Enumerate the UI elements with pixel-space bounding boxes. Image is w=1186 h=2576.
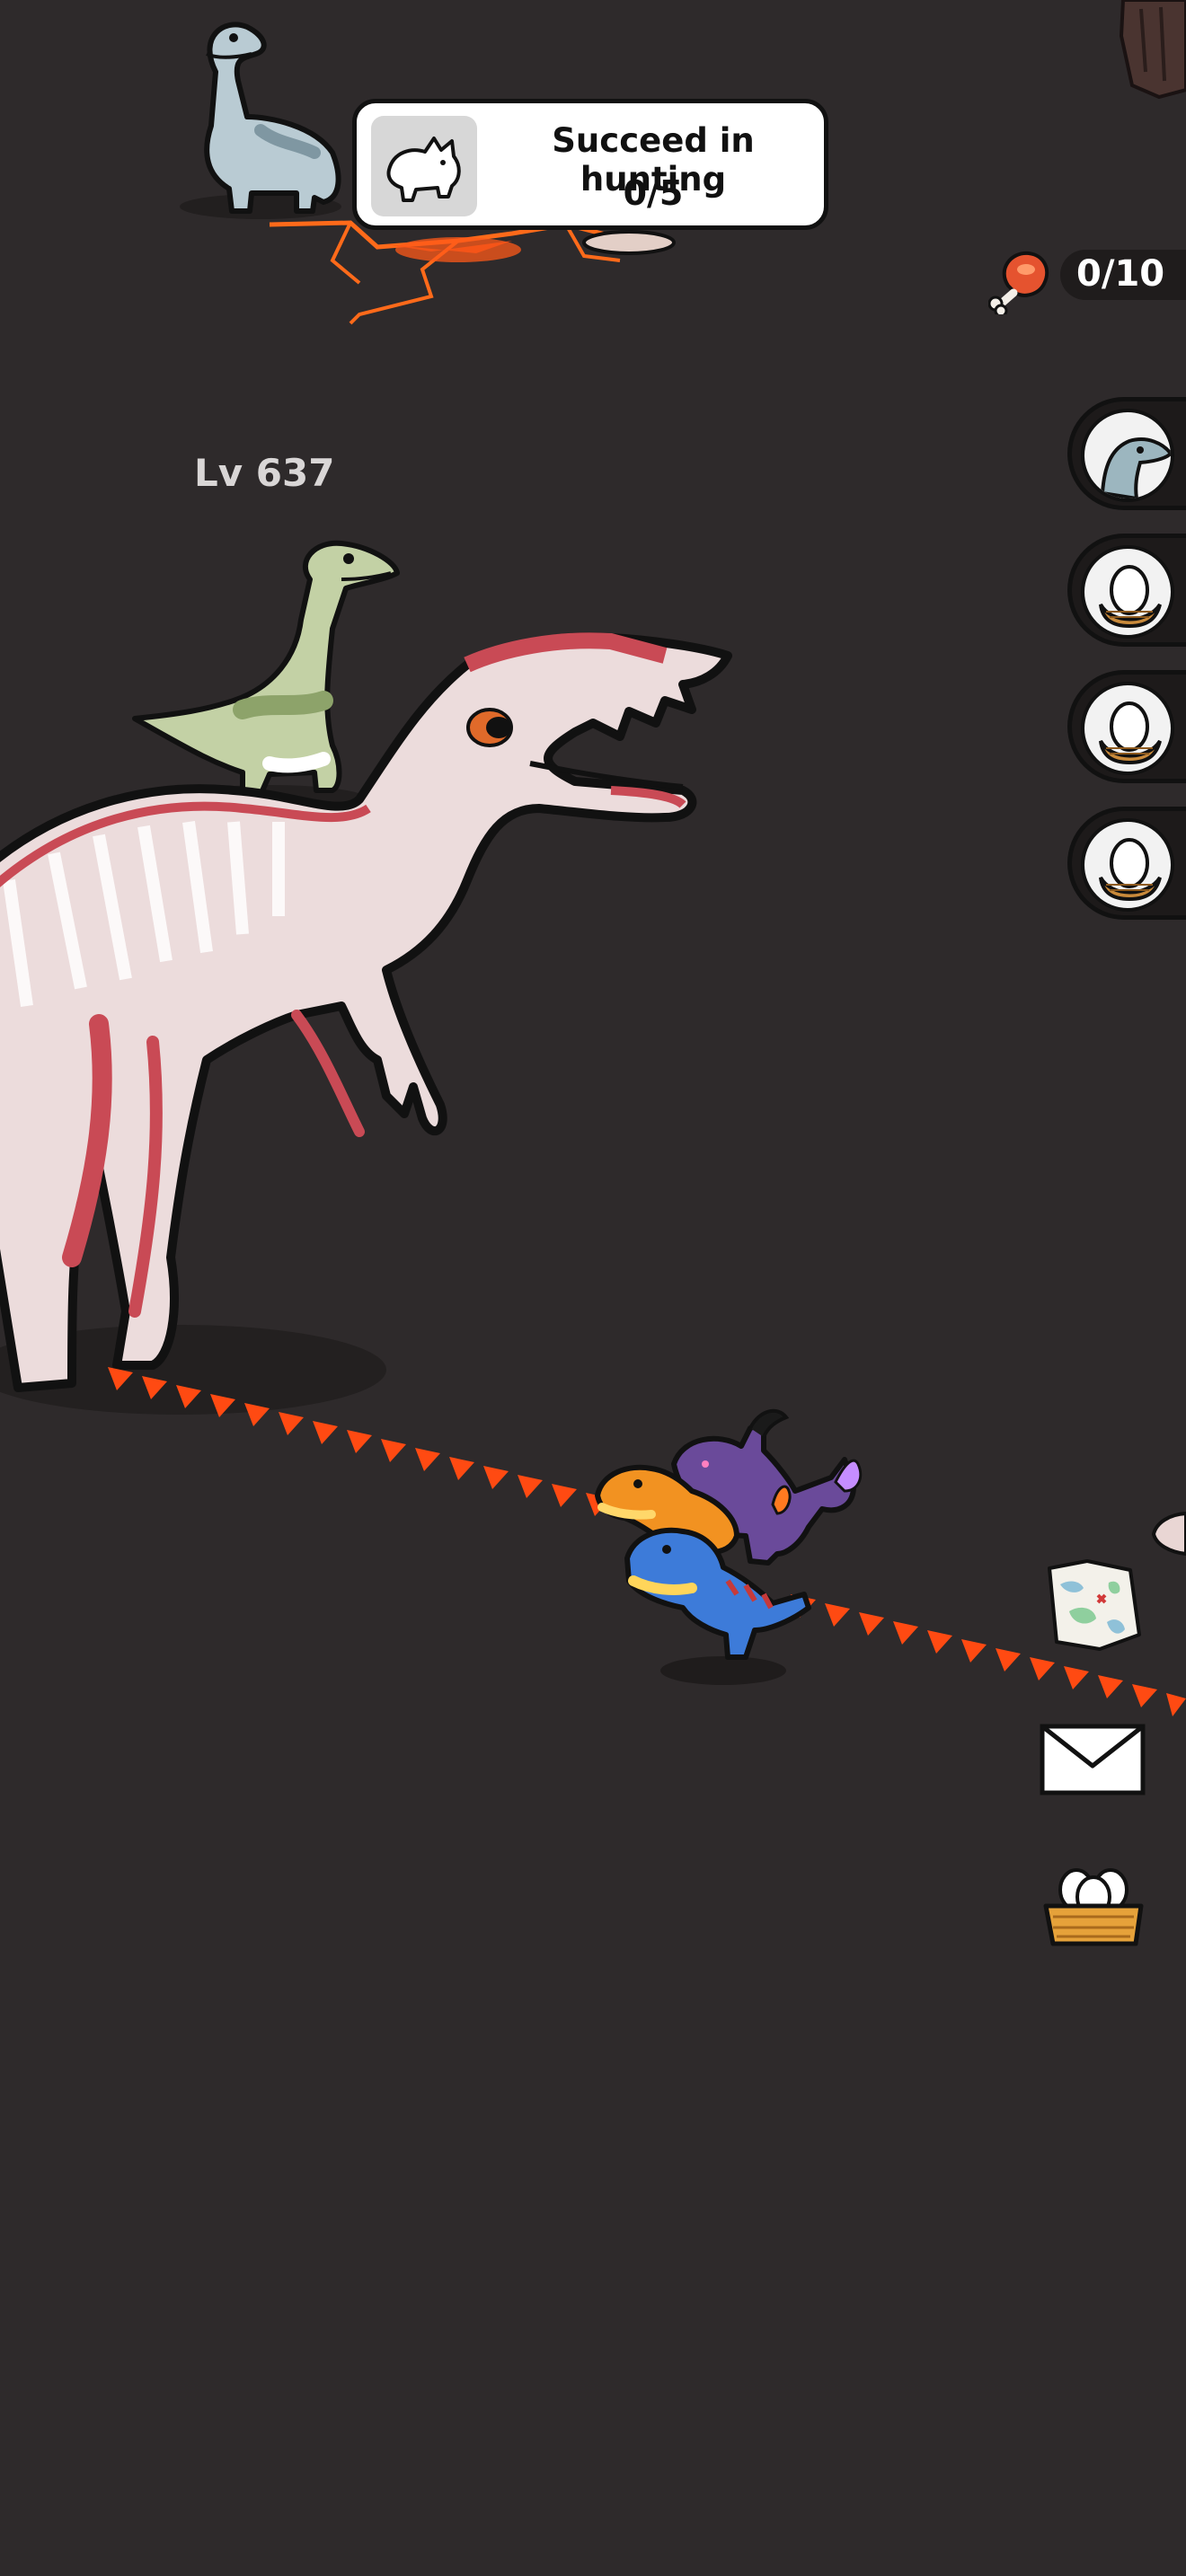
egg-slot-1-inner <box>1081 545 1174 639</box>
map-icon <box>1048 1559 1141 1651</box>
mail-button[interactable] <box>1033 1707 1150 1823</box>
bones-decoration <box>582 230 676 255</box>
egg-slot-1[interactable] <box>1067 534 1186 647</box>
enemy-level-label: Lv 637 <box>194 451 335 495</box>
game-scene[interactable]: Succeed in hunting 0/5 0/10 Lv 637 <box>0 0 1186 2576</box>
meat-icon <box>988 251 1049 314</box>
egg-slot-3-inner <box>1081 818 1174 912</box>
dino-head-icon <box>1100 437 1171 498</box>
quest-banner[interactable]: Succeed in hunting 0/5 <box>352 99 828 230</box>
player-dino-squad[interactable] <box>584 1401 872 1698</box>
dino-slot-1[interactable] <box>1067 397 1186 510</box>
nest-icon <box>1043 1868 1144 1946</box>
egg-slot-2-inner <box>1081 682 1174 775</box>
egg-slot-2[interactable] <box>1067 670 1186 783</box>
quest-icon-box <box>371 116 477 216</box>
offscreen-creature <box>1152 1511 1186 1557</box>
egg-nest-icon <box>1099 838 1162 902</box>
nest-button[interactable] <box>1033 1850 1150 1967</box>
egg-nest-icon <box>1099 565 1162 629</box>
spinosaurus-enemy[interactable] <box>0 629 755 1437</box>
meat-count: 0/10 <box>1076 253 1165 295</box>
gray-dinosaur <box>180 22 341 219</box>
quest-progress: 0/5 <box>623 173 684 213</box>
egg-nest-icon <box>1099 701 1162 765</box>
rock-decoration <box>1119 0 1186 99</box>
egg-slot-3[interactable] <box>1067 807 1186 920</box>
triceratops-icon <box>386 137 461 202</box>
meat-counter: 0/10 <box>988 243 1186 314</box>
map-button[interactable] <box>1033 1548 1150 1665</box>
mail-icon <box>1040 1724 1146 1795</box>
dino-slot-1-inner <box>1081 409 1174 502</box>
